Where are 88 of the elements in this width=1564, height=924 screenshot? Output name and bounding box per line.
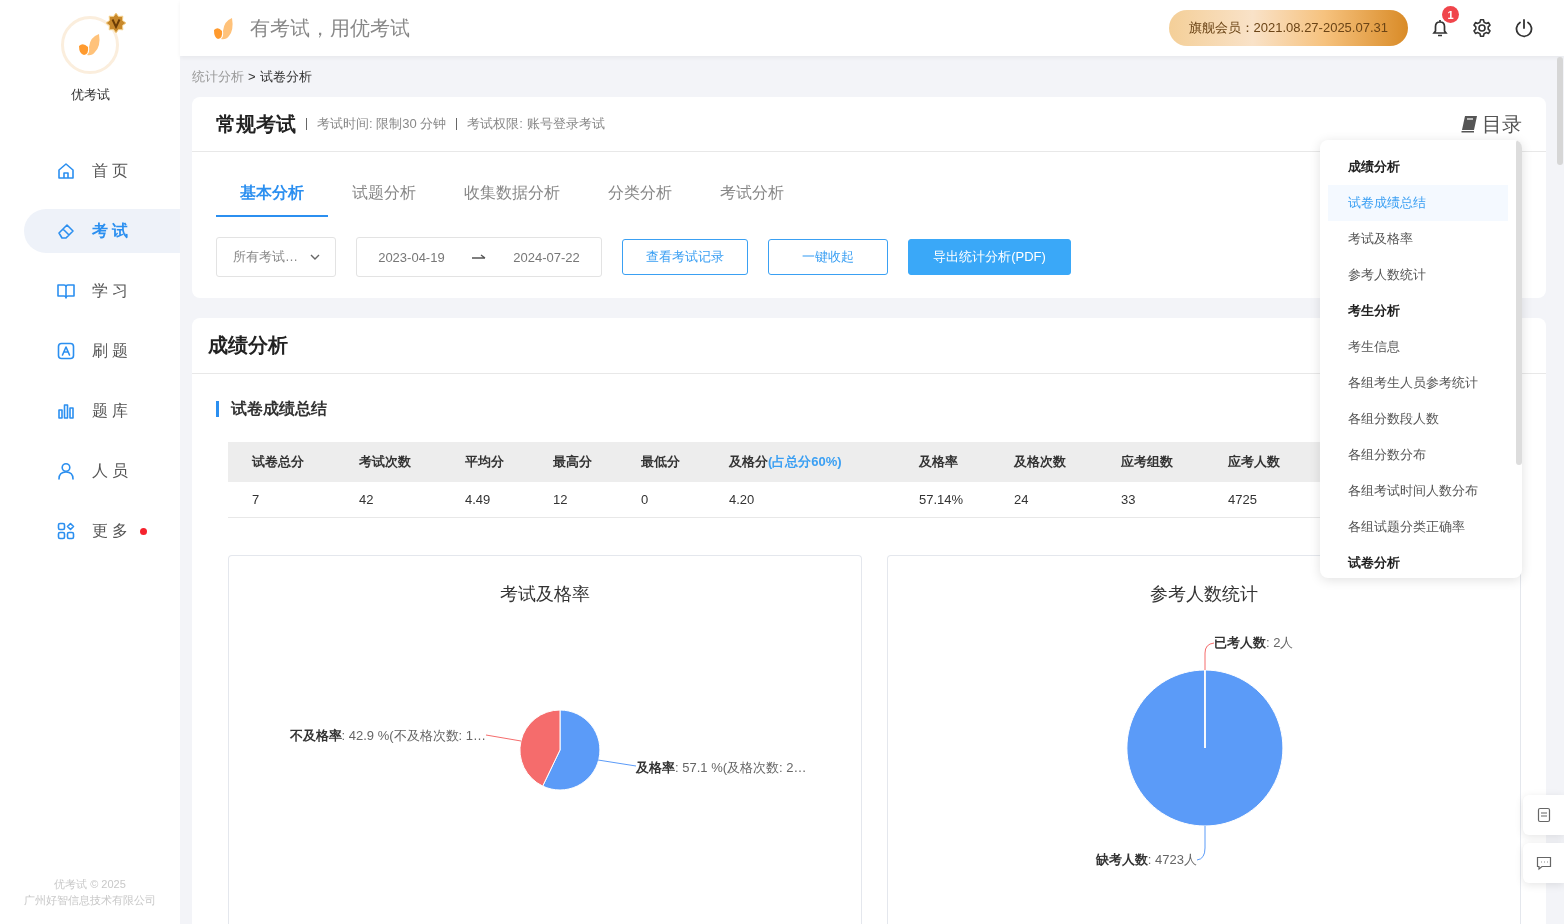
column-header: 最低分 (641, 454, 680, 469)
float-button[interactable] (1523, 795, 1564, 835)
column-header: 应考人数 (1228, 454, 1280, 469)
leaf-logo-icon (212, 16, 234, 40)
nav-item[interactable]: 人 员 (24, 449, 180, 493)
column-header: 应考组数 (1121, 454, 1173, 469)
tab[interactable]: 分类分析 (584, 172, 696, 217)
brand-name: 优考试 (70, 86, 110, 104)
column-header: 考试次数 (359, 454, 411, 469)
toc-item[interactable]: 各组分数段人数 (1328, 401, 1508, 437)
document-icon (1535, 807, 1552, 823)
column-header: 及格率 (919, 454, 958, 469)
header-note: (占总分60%) (768, 454, 842, 469)
data-label: 已考人数: 2人 (1214, 634, 1294, 652)
nav-item[interactable]: 首 页 (24, 149, 180, 193)
nav-item[interactable]: 学 习 (24, 269, 180, 313)
tab[interactable]: 考试分析 (696, 172, 808, 217)
toc-item[interactable]: 考试及格率 (1328, 221, 1508, 257)
table-cell-text: 12 (553, 492, 569, 507)
accent-bar (216, 401, 219, 417)
table-cell-text: 4.20 (729, 492, 756, 507)
exam-meta: 考试权限: 账号登录考试 (467, 115, 605, 133)
data-label: 及格率: 57.1 %(及格次数: 2… (636, 759, 807, 777)
table-cell-text: 4725 (1228, 492, 1258, 507)
leader-line (597, 759, 637, 767)
exam-select[interactable]: 所有考试… (216, 237, 336, 277)
table-cell-text: 42 (359, 492, 375, 507)
column-header: 平均分 (465, 454, 504, 469)
membership-badge: 旗舰会员：2021.08.27-2025.07.31 (1168, 10, 1408, 46)
person-icon (56, 461, 76, 481)
power-icon[interactable] (1514, 18, 1534, 38)
notification-badge: 1 (1442, 6, 1459, 23)
settings-icon[interactable] (1472, 18, 1492, 38)
nav-item[interactable]: 刷 题 (24, 329, 180, 373)
arrow-right-icon (471, 252, 487, 262)
data-label: 不及格率: 42.9 %(不及格次数: 1… (289, 727, 486, 745)
table-cell-text: 7 (252, 492, 261, 507)
nav-item[interactable]: 题 库 (24, 389, 180, 433)
scrollbar-thumb[interactable] (1557, 57, 1563, 165)
chat-icon (1535, 855, 1552, 871)
eraser-icon (56, 221, 76, 241)
table-cell-text: 57.14% (919, 492, 965, 507)
breadcrumb-separator: > (248, 69, 256, 84)
toc-heading[interactable]: 成绩分析 (1328, 149, 1508, 185)
breadcrumb-item: 试卷分析 (259, 67, 312, 86)
column-header: 最高分 (553, 454, 592, 469)
toc-item[interactable]: 考生信息 (1328, 329, 1508, 365)
leader-line (1196, 825, 1206, 861)
tab[interactable]: 收集数据分析 (440, 172, 584, 217)
bell-icon[interactable] (1430, 18, 1450, 38)
toc-item[interactable]: 各组考试时间人数分布 (1328, 473, 1508, 509)
date-value: 2023-04-19 (378, 249, 445, 265)
chart-title: 考试及格率 (500, 583, 590, 606)
scrollbar-thumb[interactable] (1516, 140, 1522, 465)
subsection-title: 试卷成绩总结 (231, 398, 327, 419)
book-icon[interactable] (1460, 115, 1478, 133)
chart-title: 参考人数统计 (1150, 583, 1258, 606)
leader-line (1204, 642, 1215, 671)
data-label: 缺考人数: 4723人 (1095, 851, 1197, 869)
nav-item[interactable]: 更 多 (24, 509, 180, 553)
exam-title: 常规考试 (216, 111, 296, 137)
table-cell-text: 0 (641, 492, 650, 507)
home-icon (56, 161, 76, 181)
float-button[interactable] (1523, 843, 1564, 883)
table-cell-text: 33 (1121, 492, 1137, 507)
letter-a-icon (56, 341, 76, 361)
column-header: 试卷总分 (252, 454, 304, 469)
book-icon (56, 281, 76, 301)
exam-meta: 考试时间: 限制30 分钟 (317, 115, 447, 133)
leader-line (485, 734, 522, 742)
toc-item[interactable]: 参考人数统计 (1328, 257, 1508, 293)
date-value: 2024-07-22 (513, 249, 580, 265)
vip-badge-icon (105, 12, 127, 34)
apps-icon (56, 521, 76, 541)
tab[interactable]: 试题分析 (328, 172, 440, 217)
toc-item[interactable]: 各组分数分布 (1328, 437, 1508, 473)
bar-chart-icon (56, 401, 76, 421)
slogan: 有考试，用优考试 (250, 15, 410, 41)
toc-heading[interactable]: 考生分析 (1328, 293, 1508, 329)
toc-item[interactable]: 各组考生人员参考统计 (1328, 365, 1508, 401)
toc-item[interactable]: 各组试题分类正确率 (1328, 509, 1508, 545)
column-header: 及格分 (729, 454, 768, 469)
table-cell-text: 4.49 (465, 492, 492, 507)
date-range-field[interactable]: 2023-04-19 2024-07-22 (356, 237, 602, 277)
toc-heading[interactable]: 试卷分析 (1328, 545, 1508, 578)
column-header: 及格次数 (1014, 454, 1066, 469)
toc-link[interactable]: 目录 (1482, 110, 1522, 138)
table-cell-text: 24 (1014, 492, 1030, 507)
